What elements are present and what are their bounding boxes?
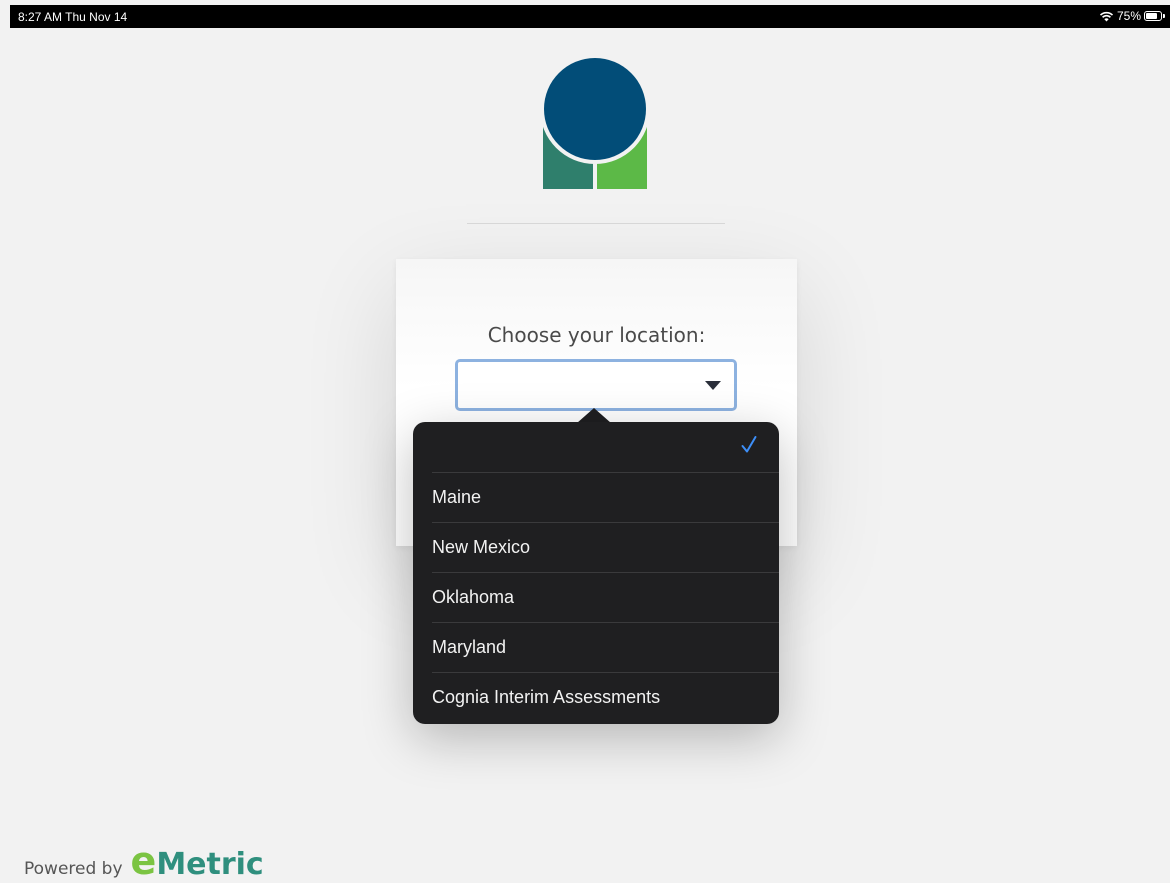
location-dropdown-popover: Maine New Mexico Oklahoma Maryland Cogni… xyxy=(413,422,779,724)
battery-level-fill xyxy=(1146,13,1157,19)
organization-logo xyxy=(541,55,649,189)
location-option-maine[interactable]: Maine xyxy=(413,472,779,522)
header-divider xyxy=(467,223,725,224)
wifi-icon xyxy=(1099,11,1114,21)
status-time-date: 8:27 AM Thu Nov 14 xyxy=(18,10,128,24)
location-option-cognia[interactable]: Cognia Interim Assessments xyxy=(413,672,779,722)
dropdown-popover-arrow xyxy=(577,408,611,423)
powered-by-footer: Powered by eMetric xyxy=(24,842,264,880)
battery-percent: 75% xyxy=(1116,9,1141,23)
location-option-oklahoma[interactable]: Oklahoma xyxy=(413,572,779,622)
logo-circle xyxy=(544,58,646,160)
emetric-logo-e: e xyxy=(130,839,157,883)
location-select[interactable] xyxy=(455,359,737,411)
option-label: Maryland xyxy=(432,637,507,657)
status-bar: 8:27 AM Thu Nov 14 75% xyxy=(10,5,1170,28)
location-option-maryland[interactable]: Maryland xyxy=(413,622,779,672)
location-option-new-mexico[interactable]: New Mexico xyxy=(413,522,779,572)
emetric-logo-text: Metric xyxy=(156,847,264,882)
battery-tip xyxy=(1163,14,1165,18)
location-prompt: Choose your location: xyxy=(487,323,706,347)
option-label: Cognia Interim Assessments xyxy=(432,687,661,707)
location-option-blank[interactable] xyxy=(413,422,779,472)
option-label: New Mexico xyxy=(432,537,531,557)
checkmark-icon xyxy=(741,436,757,453)
battery-icon xyxy=(1144,11,1165,21)
emetric-logo: eMetric xyxy=(131,842,264,880)
caret-down-icon[interactable] xyxy=(705,381,721,390)
option-label: Maine xyxy=(432,487,482,507)
powered-by-label: Powered by xyxy=(24,859,123,879)
option-label: Oklahoma xyxy=(432,587,515,607)
status-indicators: 75% xyxy=(1099,9,1165,23)
